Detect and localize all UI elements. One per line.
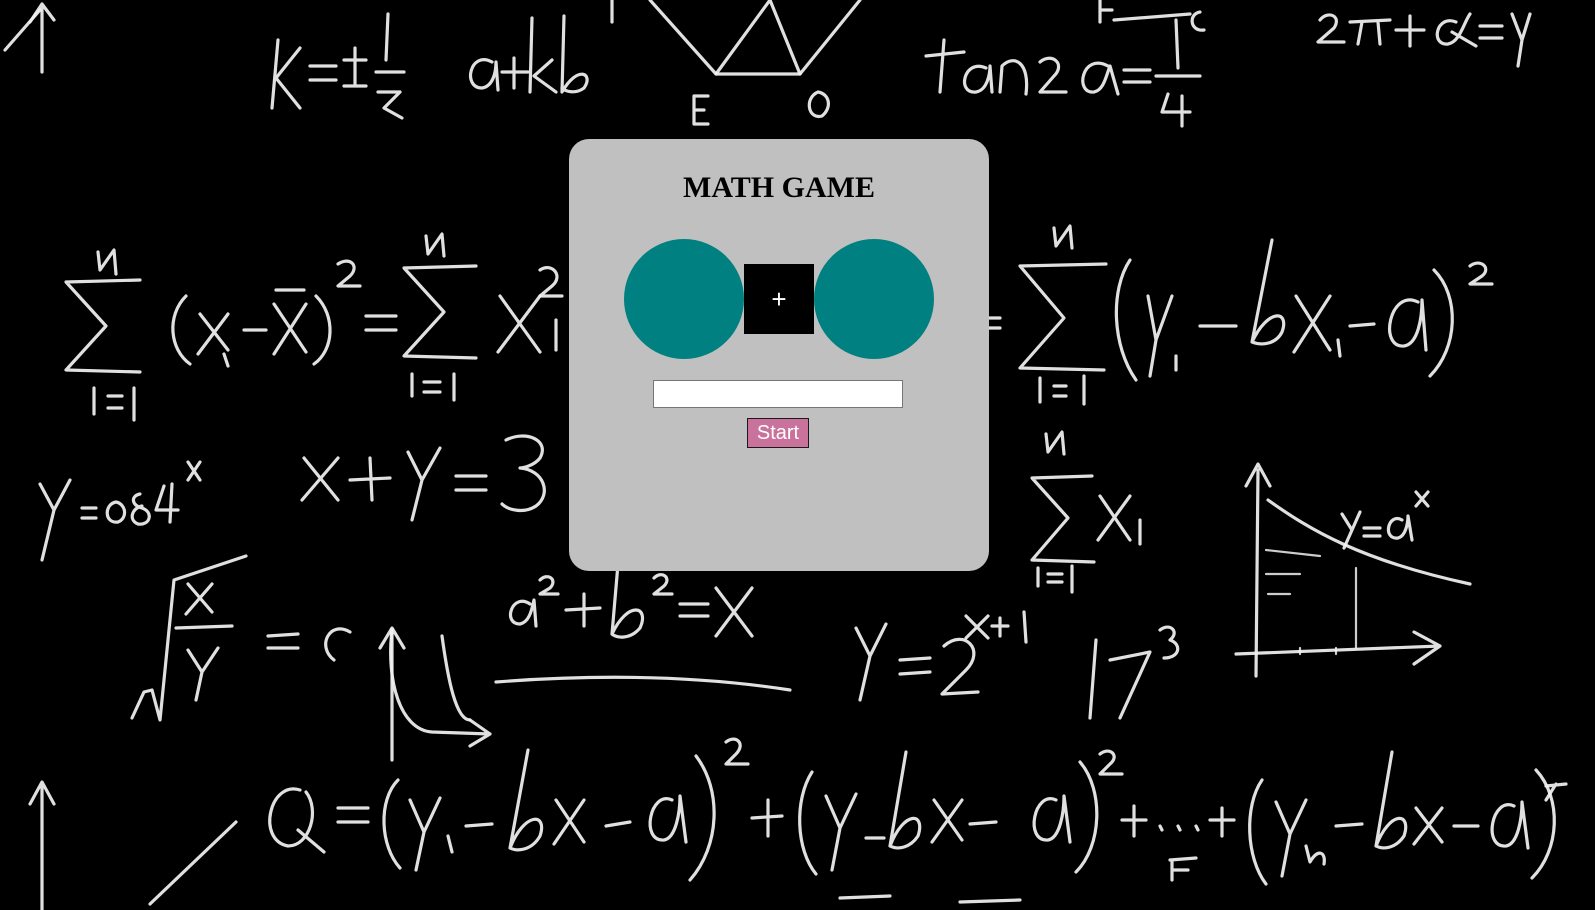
right-operand-circle [814,239,934,359]
left-operand-circle [624,239,744,359]
start-button[interactable]: Start [747,418,809,448]
game-title: MATH GAME [683,171,875,204]
operator-box: + [744,264,814,334]
game-screen: MATH GAME + Start [0,0,1595,910]
answer-input[interactable] [653,380,903,408]
game-panel: MATH GAME + Start [569,139,989,571]
